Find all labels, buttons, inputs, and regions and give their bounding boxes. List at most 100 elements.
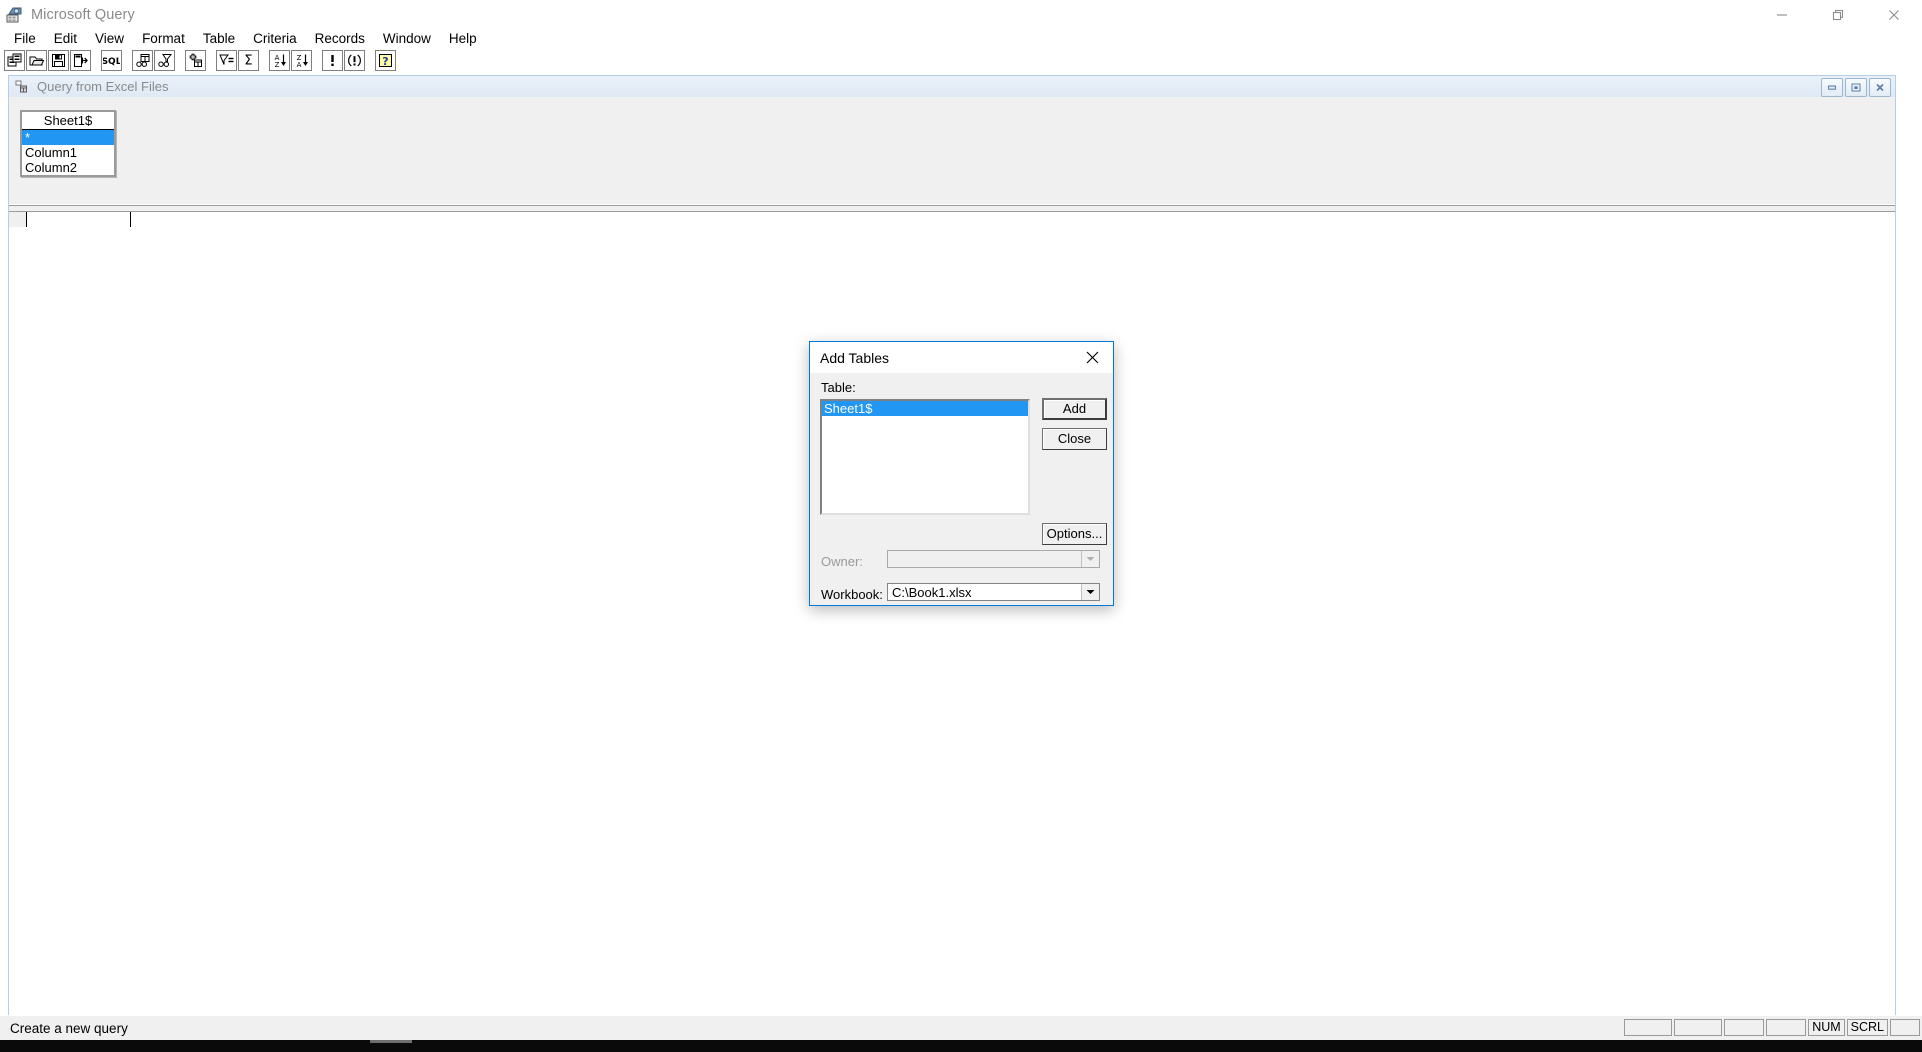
toolbar-separator: [313, 49, 322, 71]
close-button[interactable]: Close: [1042, 428, 1107, 450]
menu-criteria[interactable]: Criteria: [244, 30, 306, 48]
options-button[interactable]: Options...: [1042, 523, 1107, 545]
owner-label: Owner:: [821, 554, 863, 569]
show-hide-criteria-icon: [158, 53, 172, 67]
svg-text:?: ?: [382, 55, 388, 68]
svg-text:Σ: Σ: [244, 54, 252, 68]
grid-header-row: [9, 212, 1895, 228]
add-tables-dialog: Add Tables Table: Sheet1$ Add Close Opti…: [809, 341, 1114, 606]
grid-column-header-1[interactable]: [27, 212, 131, 227]
query-window-maximize-button[interactable]: [1845, 78, 1867, 97]
status-message: Create a new query: [10, 1020, 128, 1036]
grid-select-all-corner[interactable]: [9, 212, 27, 227]
exclamation-icon: [331, 54, 334, 66]
toolbar-separator: [260, 49, 269, 71]
show-criteria-button[interactable]: [154, 49, 175, 71]
application-window: Microsoft Query File Edit View Format Ta…: [0, 0, 1922, 1040]
table-field-column2[interactable]: Column2: [22, 160, 114, 175]
status-panel-scrl: SCRL: [1846, 1019, 1888, 1036]
return-data-to-excel-icon: [74, 53, 88, 67]
sort-az-icon: A Z: [274, 54, 286, 68]
sort-descending-button[interactable]: Z A: [291, 49, 312, 71]
status-panel-7: [1890, 1019, 1920, 1036]
cycle-through-totals-button[interactable]: Σ: [238, 49, 259, 71]
status-panel-num: NUM: [1808, 1019, 1845, 1036]
toolbar-separator: [92, 49, 101, 71]
title-bar: Microsoft Query: [0, 0, 1922, 29]
app-title: Microsoft Query: [31, 6, 135, 23]
window-restore-button[interactable]: [1810, 0, 1866, 29]
toolbar-group-query: [322, 49, 366, 71]
svg-text:Z: Z: [274, 61, 279, 68]
table-object-sheet1[interactable]: Sheet1$ * Column1 Column2: [20, 110, 116, 177]
question-mark-help-icon: ?: [379, 53, 392, 68]
help-button[interactable]: ?: [375, 49, 396, 71]
chevron-down-icon[interactable]: [1081, 584, 1099, 600]
toolbar-group-file: [4, 49, 92, 71]
menu-help[interactable]: Help: [440, 30, 486, 48]
sort-ascending-button[interactable]: A Z: [269, 49, 290, 71]
menu-records[interactable]: Records: [306, 30, 374, 48]
toolbar-group-addtable: [185, 49, 207, 71]
results-grid-pane: Record:: [9, 212, 1895, 1040]
new-query-icon: [7, 53, 22, 66]
dialog-title-bar: Add Tables: [810, 342, 1113, 373]
status-panel-4: [1766, 1019, 1807, 1036]
menu-window[interactable]: Window: [374, 30, 440, 48]
open-query-button[interactable]: [26, 49, 47, 71]
table-field-column1[interactable]: Column1: [22, 145, 114, 160]
menu-file[interactable]: File: [5, 30, 45, 48]
show-tables-button[interactable]: [132, 49, 153, 71]
pane-splitter[interactable]: [9, 205, 1895, 212]
query-window-title: Query from Excel Files: [37, 79, 169, 94]
save-query-button[interactable]: [48, 49, 69, 71]
mdi-client-area: Query from Excel Files Sheet1$ * Column1…: [0, 72, 1922, 1040]
new-query-button[interactable]: [4, 49, 25, 71]
show-hide-tables-icon: [136, 53, 150, 67]
workbook-combobox[interactable]: C:\Book1.xlsx: [887, 583, 1100, 601]
table-list-label: Table:: [821, 380, 856, 395]
dialog-close-button[interactable]: [1071, 342, 1113, 372]
dialog-body: Table: Sheet1$ Add Close Options... Owne…: [810, 373, 1113, 605]
auto-query-icon: [348, 54, 361, 66]
status-panel-1: [1624, 1019, 1673, 1036]
toolbar-group-sort: A Z Z A: [269, 49, 313, 71]
sort-za-icon: Z A: [296, 54, 308, 68]
query-now-button[interactable]: [322, 49, 343, 71]
menu-edit[interactable]: Edit: [45, 30, 86, 48]
table-list-item-sheet1[interactable]: Sheet1$: [822, 401, 1028, 416]
sql-icon: SQL: [103, 57, 120, 67]
sql-button[interactable]: SQL: [101, 49, 122, 71]
menu-table[interactable]: Table: [194, 30, 244, 48]
return-data-button[interactable]: [70, 49, 91, 71]
close-x-icon: [1086, 351, 1098, 363]
desktop-taskbar-edge: [0, 1040, 1922, 1052]
svg-text:A: A: [296, 61, 301, 68]
menu-view[interactable]: View: [86, 30, 133, 48]
add-table-button[interactable]: [185, 49, 206, 71]
window-close-button[interactable]: [1866, 0, 1922, 29]
window-controls: [1754, 0, 1922, 29]
query-window-icon: [15, 80, 30, 94]
svg-text:SQL: SQL: [103, 57, 120, 67]
query-window-title-bar: Query from Excel Files: [9, 76, 1895, 97]
toolbar-group-sql: SQL: [101, 49, 123, 71]
menu-format[interactable]: Format: [133, 30, 194, 48]
table-field-asterisk[interactable]: *: [22, 130, 114, 145]
table-field-list: * Column1 Column2: [22, 130, 114, 175]
toolbar-separator: [176, 49, 185, 71]
status-panels: NUM SCRL: [1624, 1019, 1920, 1036]
auto-query-button[interactable]: [344, 49, 365, 71]
chevron-down-icon: [1081, 551, 1099, 567]
table-list-box[interactable]: Sheet1$: [820, 399, 1030, 515]
floppy-disk-icon: [52, 53, 65, 67]
add-table-icon: [189, 53, 202, 67]
menu-bar: File Edit View Format Table Criteria Rec…: [0, 29, 1922, 49]
query-window-minimize-button[interactable]: [1821, 78, 1843, 97]
criteria-equals-button[interactable]: [216, 49, 237, 71]
query-window-close-button[interactable]: [1869, 78, 1891, 97]
status-bar: Create a new query NUM SCRL: [0, 1015, 1922, 1040]
window-minimize-button[interactable]: [1754, 0, 1810, 29]
add-button[interactable]: Add: [1042, 398, 1107, 420]
table-object-header: Sheet1$: [22, 112, 114, 130]
